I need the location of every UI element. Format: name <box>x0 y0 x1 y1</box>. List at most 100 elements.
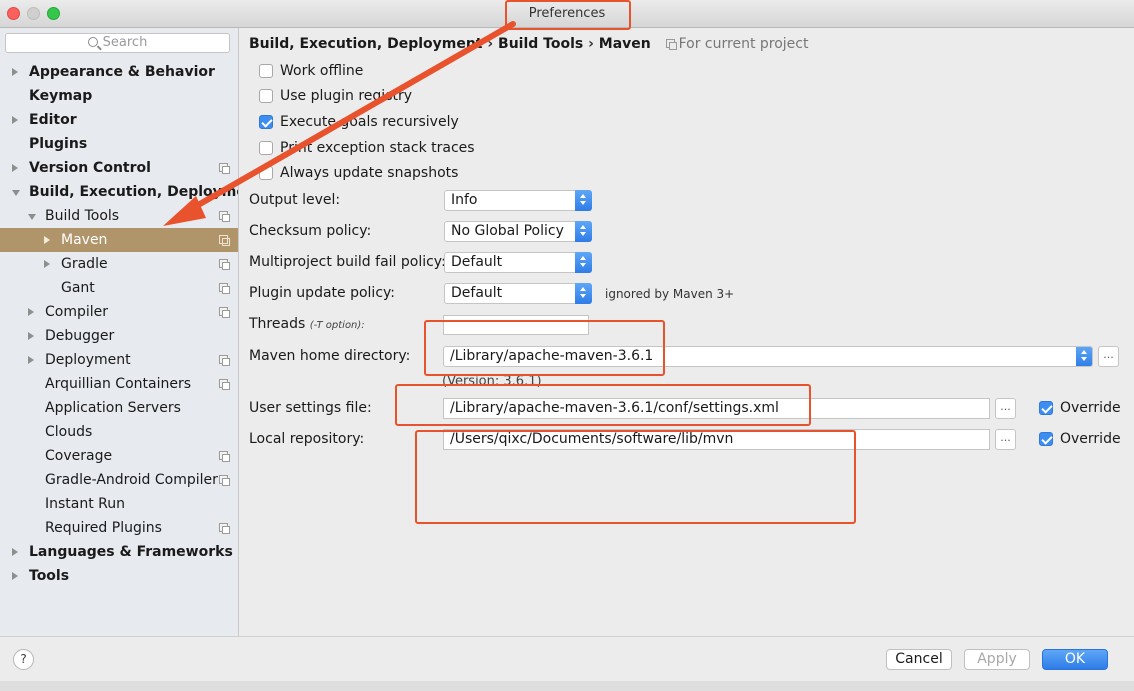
sidebar-item-label: Clouds <box>45 424 93 440</box>
checkbox-box[interactable] <box>259 166 273 180</box>
sidebar-item-label: Compiler <box>45 304 109 320</box>
sidebar-item-arquillian-containers[interactable]: Arquillian Containers <box>0 372 238 396</box>
disclosure-collapsed-icon[interactable] <box>44 236 50 244</box>
sidebar-item-build-tools[interactable]: Build Tools <box>0 204 238 228</box>
sidebar-item-gradle[interactable]: Gradle <box>0 252 238 276</box>
sidebar-item-label: Maven <box>61 232 108 248</box>
disclosure-collapsed-icon[interactable] <box>12 548 18 556</box>
checkbox-label: Print exception stack traces <box>280 140 475 156</box>
sidebar-item-maven[interactable]: Maven <box>0 228 238 252</box>
ok-button[interactable]: OK <box>1042 649 1108 670</box>
disclosure-expanded-icon[interactable] <box>12 190 20 196</box>
maven-settings-panel: Build, Execution, Deployment › Build Too… <box>239 28 1134 636</box>
disclosure-collapsed-icon[interactable] <box>12 68 18 76</box>
cancel-button[interactable]: Cancel <box>886 649 952 670</box>
annotation-box-maven-home <box>424 320 665 376</box>
sidebar-item-editor[interactable]: Editor <box>0 108 238 132</box>
project-level-icon <box>219 259 230 270</box>
sidebar-item-label: Required Plugins <box>45 520 162 536</box>
project-level-icon <box>219 211 230 222</box>
sidebar-item-deployment[interactable]: Deployment <box>0 348 238 372</box>
override-label: Override <box>1060 400 1121 416</box>
output-level-select[interactable]: Info <box>444 190 592 211</box>
sidebar-item-coverage[interactable]: Coverage <box>0 444 238 468</box>
user-settings-browse-button[interactable]: ... <box>995 398 1016 419</box>
sidebar-item-gradle-android-compiler[interactable]: Gradle-Android Compiler <box>0 468 238 492</box>
sidebar-item-tools[interactable]: Tools <box>0 564 238 588</box>
checkbox-box[interactable] <box>259 64 273 78</box>
plugin-update-select[interactable]: Default <box>444 283 592 304</box>
checkbox-box[interactable] <box>1039 401 1053 415</box>
disclosure-collapsed-icon[interactable] <box>12 164 18 172</box>
project-scope-label: For current project <box>678 36 809 52</box>
disclosure-collapsed-icon[interactable] <box>12 116 18 124</box>
checkbox-box[interactable] <box>1039 432 1053 446</box>
fail-policy-label: Multiproject build fail policy: <box>249 254 446 270</box>
sidebar-item-plugins[interactable]: Plugins <box>0 132 238 156</box>
sidebar-item-gant[interactable]: Gant <box>0 276 238 300</box>
annotation-box-local-repository <box>415 430 856 524</box>
sidebar-item-label: Gradle <box>61 256 108 272</box>
select-value: Info <box>451 192 478 208</box>
help-button[interactable]: ? <box>13 649 34 670</box>
checksum-policy-select[interactable]: No Global Policy <box>444 221 592 242</box>
threads-label: Threads (-T option): <box>249 316 365 332</box>
sidebar-item-label: Plugins <box>29 136 88 152</box>
project-level-icon <box>219 355 230 366</box>
disclosure-collapsed-icon[interactable] <box>28 356 34 364</box>
sidebar-item-keymap[interactable]: Keymap <box>0 84 238 108</box>
sidebar-item-clouds[interactable]: Clouds <box>0 420 238 444</box>
sidebar-item-compiler[interactable]: Compiler <box>0 300 238 324</box>
fail-policy-select[interactable]: Default <box>444 252 592 273</box>
sidebar-item-required-plugins[interactable]: Required Plugins <box>0 516 238 540</box>
sidebar-item-application-servers[interactable]: Application Servers <box>0 396 238 420</box>
plugin-update-label: Plugin update policy: <box>249 285 395 301</box>
select-value: Default <box>451 285 503 301</box>
disclosure-collapsed-icon[interactable] <box>28 332 34 340</box>
sidebar-item-label: Deployment <box>45 352 131 368</box>
local-repository-browse-button[interactable]: ... <box>995 429 1016 450</box>
chevron-updown-icon <box>575 252 592 273</box>
threads-label-text: Threads <box>249 316 306 332</box>
disclosure-collapsed-icon[interactable] <box>28 308 34 316</box>
sidebar-item-debugger[interactable]: Debugger <box>0 324 238 348</box>
output-level-label: Output level: <box>249 192 341 208</box>
checkbox-box[interactable] <box>259 89 273 103</box>
plugin-update-note: ignored by Maven 3+ <box>605 287 735 301</box>
maven-home-browse-button[interactable]: ... <box>1098 346 1119 367</box>
breadcrumb-item-build: Build, Execution, Deployment <box>249 36 483 52</box>
disclosure-collapsed-icon[interactable] <box>12 572 18 580</box>
sidebar-item-label: Debugger <box>45 328 115 344</box>
select-value: Default <box>451 254 503 270</box>
sidebar-item-label: Coverage <box>45 448 113 464</box>
sidebar-item-label: Application Servers <box>45 400 181 416</box>
select-value: No Global Policy <box>451 223 564 239</box>
checksum-policy-label: Checksum policy: <box>249 223 372 239</box>
sidebar-item-languages-frameworks[interactable]: Languages & Frameworks <box>0 540 238 564</box>
sidebar-item-label: Build Tools <box>45 208 120 224</box>
apply-button[interactable]: Apply <box>964 649 1030 670</box>
disclosure-expanded-icon[interactable] <box>28 214 36 220</box>
sidebar-item-appearance-behavior[interactable]: Appearance & Behavior <box>0 60 238 84</box>
sidebar-item-build-execution-deployment[interactable]: Build, Execution, Deployment <box>0 180 238 204</box>
breadcrumb-separator: › <box>487 36 494 52</box>
sidebar-item-instant-run[interactable]: Instant Run <box>0 492 238 516</box>
settings-sidebar: Search Appearance & Behavior Keymap Editor… <box>0 28 239 636</box>
sidebar-item-label: Tools <box>29 568 70 584</box>
checkbox-label: Always update snapshots <box>280 165 459 181</box>
breadcrumb: Build, Execution, Deployment › Build Too… <box>249 36 808 52</box>
user-settings-label: User settings file: <box>249 400 372 416</box>
sidebar-item-version-control[interactable]: Version Control <box>0 156 238 180</box>
sidebar-item-label: Version Control <box>29 160 151 176</box>
sidebar-item-label: Build, Execution, Deployment <box>29 184 238 200</box>
sidebar-item-label: Instant Run <box>45 496 126 512</box>
sidebar-item-label: Languages & Frameworks <box>29 544 233 560</box>
chevron-updown-icon <box>575 283 592 304</box>
breadcrumb-item-maven: Maven <box>598 36 651 52</box>
checkbox-box[interactable] <box>259 115 273 129</box>
disclosure-collapsed-icon[interactable] <box>44 260 50 268</box>
checkbox-box[interactable] <box>259 141 273 155</box>
project-level-icon <box>219 235 230 246</box>
project-scope-note: For current project <box>665 36 809 52</box>
settings-search-input[interactable]: Search <box>5 33 230 53</box>
